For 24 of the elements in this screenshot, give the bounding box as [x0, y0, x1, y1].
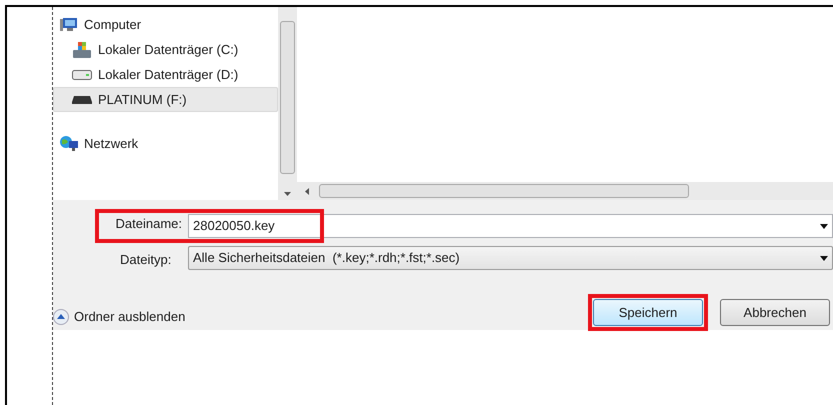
vertical-scrollbar[interactable]	[278, 7, 297, 200]
filename-label: Dateiname:	[114, 215, 182, 233]
dropdown-caret-icon[interactable]	[820, 224, 828, 228]
nav-item[interactable]: PLATINUM (F:)	[53, 87, 278, 112]
filetype-dropdown[interactable]: Alle Sicherheitsdateien (*.key;*.rdh;*.fst;*.sec)	[188, 246, 833, 270]
scroll-left-arrow-icon[interactable]	[305, 188, 309, 194]
nav-item[interactable]: Computer	[53, 12, 278, 37]
scroll-down-arrow-icon[interactable]	[284, 192, 291, 196]
dialog-button[interactable]: Abbrechen	[720, 299, 830, 326]
dropdown-caret-icon[interactable]	[820, 256, 828, 260]
dialog-button[interactable]: Speichern	[593, 299, 703, 326]
horizontal-scrollbar[interactable]	[297, 182, 833, 200]
nav-item[interactable]: Lokaler Datenträger (C:)	[53, 37, 278, 62]
filename-input[interactable]: 28020050.key	[193, 216, 820, 236]
drive-icon	[72, 70, 92, 80]
hide-folders-button[interactable]: Ordner ausblenden	[53, 307, 186, 326]
computer-icon	[60, 16, 78, 32]
nav-item[interactable]: Netzwerk	[53, 131, 278, 156]
network-icon	[60, 136, 78, 152]
filetype-label: Dateityp:	[120, 251, 172, 269]
nav-item[interactable]: Lokaler Datenträger (D:)	[53, 62, 278, 87]
drive-icon	[72, 40, 92, 58]
filename-field[interactable]: 28020050.key	[188, 214, 833, 238]
drive-icon	[72, 96, 92, 104]
